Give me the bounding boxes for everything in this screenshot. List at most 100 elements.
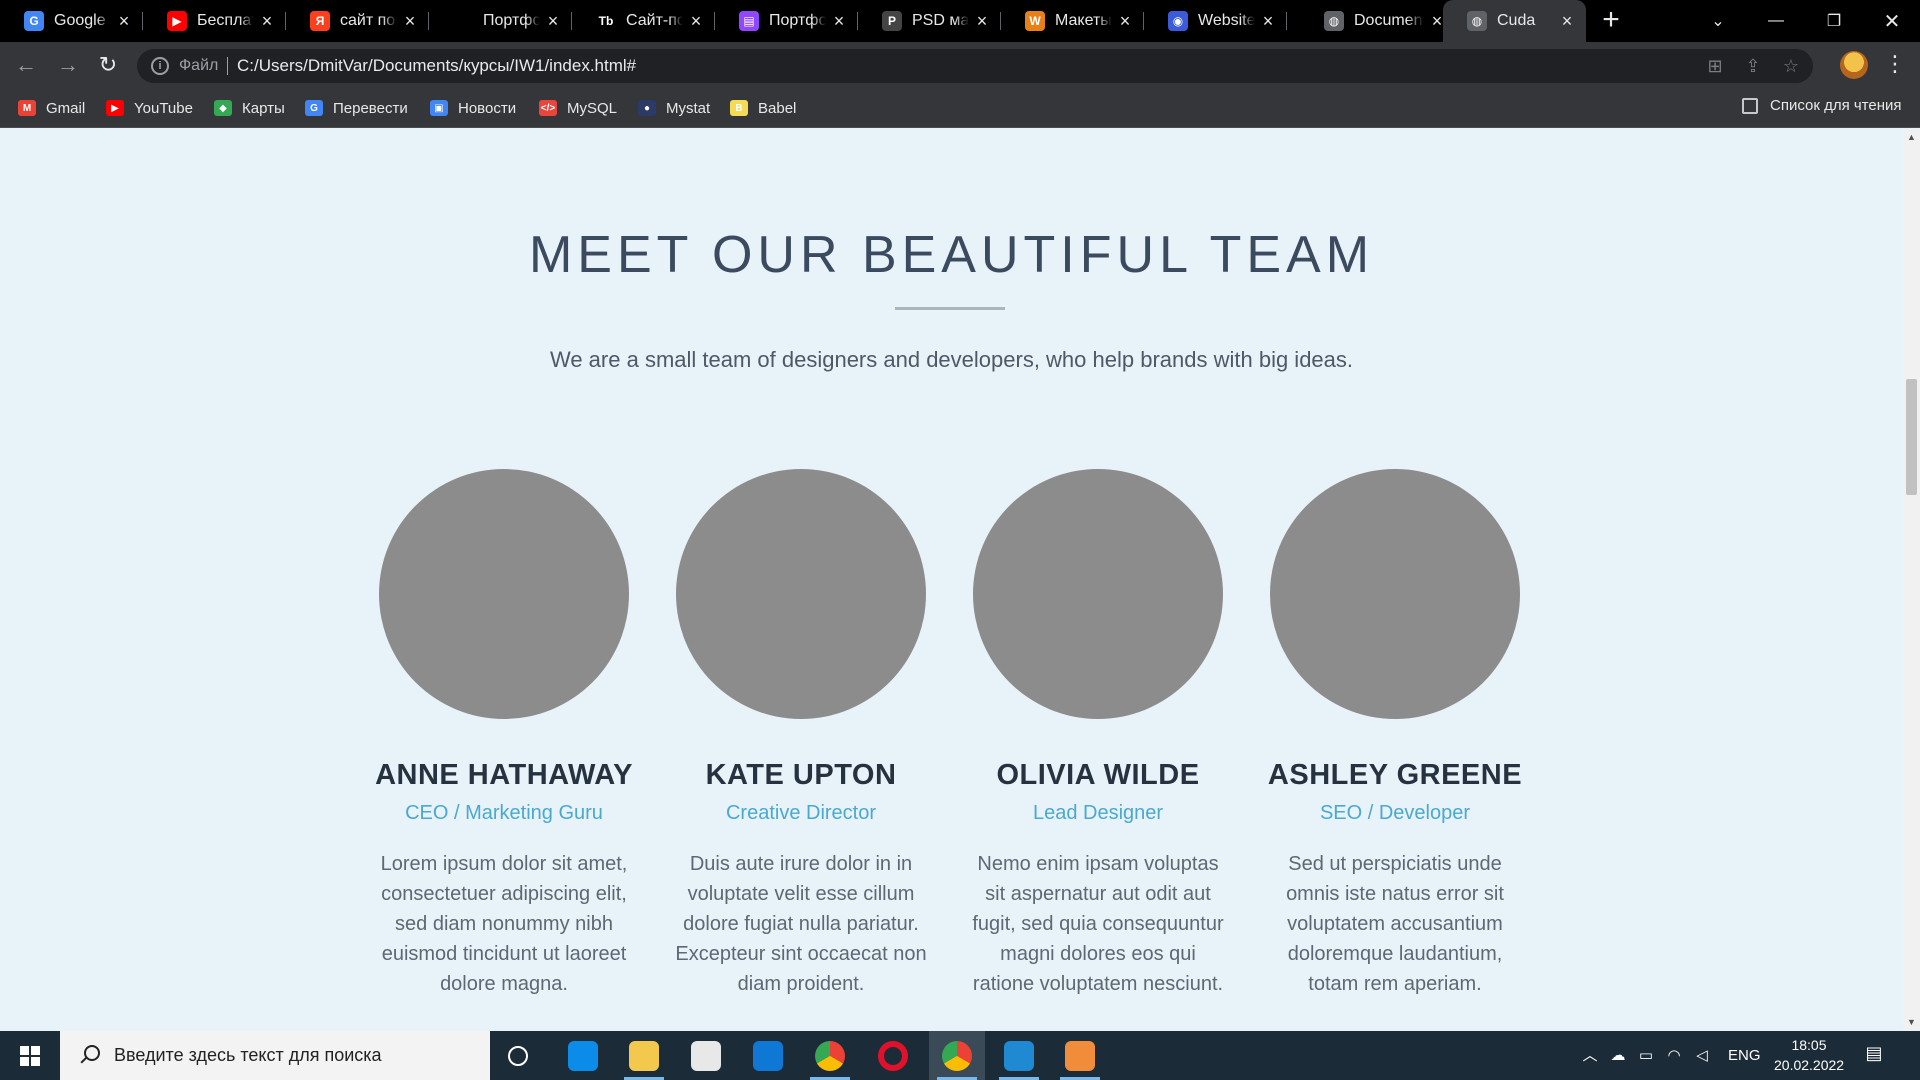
browser-tab[interactable]: Tb Сайт-портфолио× [572, 0, 715, 42]
tab-title: Портфолио [769, 12, 826, 29]
tab-search-icon[interactable]: ⌄ [1690, 0, 1746, 42]
browser-tab[interactable]: Портфолио× [429, 0, 572, 42]
reading-list-button[interactable]: Список для чтения [1742, 97, 1902, 114]
taskbar-app-button[interactable] [678, 1031, 734, 1080]
taskbar-search-box[interactable]: Введите здесь текст для поиска [60, 1031, 490, 1080]
scroll-down-arrow-icon[interactable]: ▼ [1903, 1014, 1920, 1031]
title-underline [895, 307, 1005, 310]
browser-tab[interactable]: W Макеты сайтов× [1001, 0, 1144, 42]
bookmark-item[interactable]: ◆ Карты [214, 97, 285, 119]
member-name: OLIVIA WILDE [996, 759, 1200, 791]
start-button[interactable] [0, 1031, 60, 1080]
translate-icon[interactable]: ⊞ [1705, 57, 1725, 75]
browser-tab[interactable]: G Google Переводчик× [0, 0, 143, 42]
browser-toolbar: ← → ↻ i Файл C:/Users/DmitVar/Documents/… [0, 42, 1920, 88]
bookmarks-bar: M Gmail ▶ YouTube ◆ Карты G Перевести ▣ Новости </… [0, 88, 1920, 128]
team-member-card: ASHLEY GREENE SEO / Developer Sed ut per… [1265, 469, 1525, 999]
minimize-button[interactable]: — [1748, 0, 1804, 42]
microsoft-store-icon [691, 1040, 721, 1071]
member-photo [676, 469, 926, 719]
taskbar-app-button[interactable] [555, 1031, 611, 1080]
google-translate-icon: G [24, 11, 44, 31]
battery-icon[interactable]: ▭ [1634, 1044, 1658, 1068]
page-scrollbar[interactable]: ▲ ▼ [1903, 129, 1920, 1031]
reload-button[interactable]: ↻ [94, 51, 122, 79]
tab-close-icon[interactable]: × [687, 11, 705, 32]
bookmark-item[interactable]: ● Mystat [638, 97, 710, 119]
address-bar[interactable]: i Файл C:/Users/DmitVar/Documents/курсы/… [137, 49, 1813, 83]
bookmark-label: Карты [242, 99, 285, 117]
tab-close-icon[interactable]: × [1116, 11, 1134, 32]
taskbar-app-button[interactable] [1052, 1031, 1108, 1080]
bookmark-item[interactable]: ▣ Новости [430, 97, 516, 119]
bookmark-item[interactable]: ▶ YouTube [106, 97, 193, 119]
page-viewport: MEET OUR BEAUTIFUL TEAM We are a small t… [0, 129, 1903, 1031]
windows-logo-icon [20, 1045, 40, 1066]
tab-close-icon[interactable]: × [544, 11, 562, 32]
taskbar-app-button[interactable] [740, 1031, 796, 1080]
tab-close-icon[interactable]: × [973, 11, 991, 32]
tab-close-icon[interactable]: × [258, 11, 276, 32]
notification-center-icon[interactable]: ▤ [1862, 1043, 1886, 1067]
new-tab-button[interactable]: + [1596, 5, 1626, 36]
browser-tab[interactable]: ▶ Бесплатные× [143, 0, 286, 42]
browser-tab[interactable]: ▤ Портфолио× [715, 0, 858, 42]
edge-icon [568, 1040, 598, 1071]
url-text[interactable]: C:/Users/DmitVar/Documents/курсы/IW1/ind… [237, 56, 636, 76]
back-button[interactable]: ← [12, 51, 40, 79]
tab-close-icon[interactable]: × [830, 11, 848, 32]
tab-title: Макеты сайтов [1055, 12, 1112, 29]
tab-close-icon[interactable]: × [115, 11, 133, 32]
taskbar-app-button[interactable] [616, 1031, 672, 1080]
profile-avatar[interactable] [1840, 51, 1868, 79]
bookmark-item[interactable]: M Gmail [18, 97, 85, 119]
member-description: Nemo enim ipsam voluptas sit aspernatur … [972, 853, 1224, 995]
bookmark-item[interactable]: B Babel [730, 97, 796, 119]
section-subtitle: We are a small team of designers and dev… [549, 347, 1354, 372]
taskbar-app-button[interactable] [802, 1031, 858, 1080]
volume-icon[interactable]: ◁ [1690, 1044, 1714, 1068]
yandex-icon: Я [310, 11, 330, 31]
taskbar-clock[interactable]: 18:05 20.02.2022 [1774, 1035, 1844, 1075]
tab-close-icon[interactable]: × [1558, 11, 1576, 32]
site-info-icon[interactable]: i [151, 57, 169, 75]
tab-close-icon[interactable]: × [1259, 11, 1277, 32]
show-hidden-icons-icon[interactable]: ︿ [1578, 1044, 1602, 1068]
browser-tab[interactable]: P PSD макеты× [858, 0, 1001, 42]
bookmark-item[interactable]: G Перевести [305, 97, 408, 119]
taskbar-app-button[interactable] [929, 1031, 985, 1080]
member-photo [973, 469, 1223, 719]
tab-title: Google Переводчик [54, 12, 111, 29]
browser-tab[interactable]: Ясайт портфолио× [286, 0, 429, 42]
share-icon[interactable]: ⇪ [1743, 57, 1763, 75]
psd-icon: P [882, 11, 902, 31]
browser-menu-icon[interactable]: ⋮ [1884, 52, 1906, 78]
tab-title: Бесплатные [197, 12, 254, 29]
onedrive-cloud-icon[interactable]: ☁ [1606, 1044, 1630, 1068]
tb-icon: Tb [596, 11, 616, 31]
news-icon: ▣ [430, 100, 448, 116]
bookmark-item[interactable]: </> MySQL [539, 97, 617, 119]
taskbar-app-button[interactable] [865, 1031, 921, 1080]
scrollbar-thumb[interactable] [1906, 379, 1917, 495]
wifi-icon[interactable]: ◠ [1662, 1044, 1686, 1068]
input-language-indicator[interactable]: ENG [1728, 1047, 1761, 1064]
browser-tab[interactable]: ◉ Website Portfolio× [1144, 0, 1287, 42]
clock-date: 20.02.2022 [1774, 1057, 1845, 1073]
taskbar-app-button[interactable] [490, 1031, 546, 1080]
scroll-up-arrow-icon[interactable]: ▲ [1903, 129, 1920, 146]
youtube-icon: ▶ [167, 11, 187, 31]
tab-close-icon[interactable]: × [401, 11, 419, 32]
code-icon: </> [539, 100, 557, 116]
browser-tab[interactable]: ◍ Document × [1300, 0, 1456, 42]
bookmark-star-icon[interactable]: ☆ [1781, 57, 1801, 75]
browser-tab[interactable]: ◍ Cuda × [1443, 0, 1586, 42]
taskbar-app-button[interactable] [991, 1031, 1047, 1080]
system-tray: ︿ ☁ ▭ ◠ ◁ ENG [1576, 1031, 1761, 1080]
close-window-button[interactable]: ✕ [1864, 0, 1920, 42]
tab-separator [1286, 12, 1287, 30]
tab-title: Document [1354, 12, 1424, 29]
chrome-icon [815, 1040, 845, 1071]
restore-button[interactable]: ❐ [1806, 0, 1862, 42]
forward-button[interactable]: → [54, 51, 82, 79]
